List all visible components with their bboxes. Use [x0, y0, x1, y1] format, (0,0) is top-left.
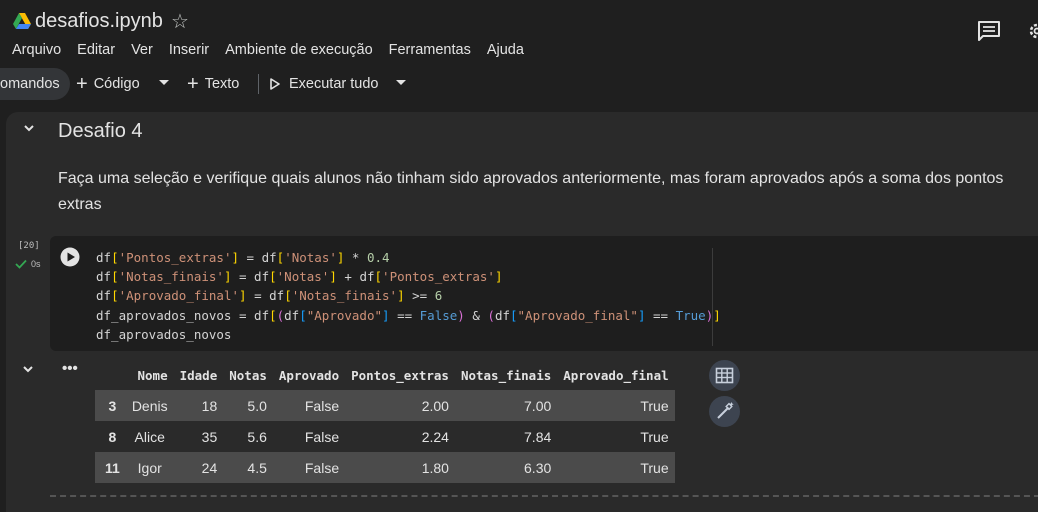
- menu-arquivo[interactable]: Arquivo: [0, 41, 69, 59]
- code-line: df['Notas_finais'] = df['Notas'] + df['P…: [96, 269, 502, 284]
- check-icon: [15, 259, 27, 269]
- cell-aprovado-final: True: [557, 452, 674, 483]
- cell-pontos-extras: 2.24: [345, 421, 455, 452]
- cell-notas: 5.0: [223, 390, 273, 421]
- chevron-down-icon[interactable]: [21, 362, 35, 376]
- table-row: 3 Denis 18 5.0 False 2.00 7.00 True: [95, 390, 675, 421]
- add-code-button[interactable]: + Código: [76, 68, 140, 100]
- notebook-title[interactable]: desafios.ipynb: [35, 10, 163, 33]
- cell-notas: 5.6: [223, 421, 273, 452]
- code-line: df['Aprovado_final'] = df['Notas_finais'…: [96, 288, 442, 303]
- column-header: Aprovado_final: [557, 361, 674, 390]
- menu-ajuda[interactable]: Ajuda: [479, 41, 532, 59]
- column-header: [95, 361, 126, 390]
- cell-idade: 35: [174, 421, 224, 452]
- menu-ambiente[interactable]: Ambiente de execução: [217, 41, 381, 59]
- chevron-down-icon[interactable]: [22, 121, 36, 135]
- dataframe-output: Nome Idade Notas Aprovado Pontos_extras …: [95, 361, 675, 483]
- run-cell-button[interactable]: [60, 247, 80, 267]
- table-header-row: Nome Idade Notas Aprovado Pontos_extras …: [95, 361, 675, 390]
- suggest-charts-button[interactable]: [709, 396, 740, 427]
- code-line: df_aprovados_novos = df[(df["Aprovado"] …: [96, 308, 721, 323]
- row-index: 3: [95, 390, 126, 421]
- cell-nome: Igor: [126, 452, 174, 483]
- plus-icon: +: [76, 68, 88, 100]
- table-icon: [709, 360, 740, 391]
- cell-notas: 4.5: [223, 452, 273, 483]
- add-code-label: Código: [94, 68, 140, 100]
- drive-logo-icon[interactable]: [12, 11, 32, 31]
- magic-wand-icon: [709, 396, 740, 427]
- cell-notas-finais: 7.00: [455, 390, 557, 421]
- markdown-heading: Desafio 4: [58, 120, 143, 143]
- commands-button[interactable]: omandos: [0, 68, 70, 100]
- code-line: df_aprovados_novos: [96, 327, 231, 342]
- menu-ver[interactable]: Ver: [123, 41, 161, 59]
- code-source[interactable]: df['Pontos_extras'] = df['Notas'] * 0.4 …: [96, 248, 721, 344]
- plus-icon: +: [187, 68, 199, 100]
- menu-bar: Arquivo Editar Ver Inserir Ambiente de e…: [0, 41, 532, 59]
- cell-idade: 24: [174, 452, 224, 483]
- row-index: 11: [95, 452, 126, 483]
- cell-aprovado-final: True: [557, 421, 674, 452]
- column-header: Pontos_extras: [345, 361, 455, 390]
- column-header: Aprovado: [273, 361, 345, 390]
- comment-icon[interactable]: [977, 20, 1001, 42]
- code-line: df['Pontos_extras'] = df['Notas'] * 0.4: [96, 250, 390, 265]
- cell-idade: 18: [174, 390, 224, 421]
- cell-pontos-extras: 2.00: [345, 390, 455, 421]
- app-header: desafios.ipynb ☆ Arquivo Editar Ver Inse…: [0, 0, 1038, 64]
- cell-nome: Denis: [126, 390, 174, 421]
- column-header: Notas_finais: [455, 361, 557, 390]
- run-all-label: Executar tudo: [289, 68, 378, 100]
- menu-editar[interactable]: Editar: [69, 41, 123, 59]
- table-row: 11 Igor 24 4.5 False 1.80 6.30 True: [95, 452, 675, 483]
- chevron-down-icon[interactable]: [396, 80, 406, 85]
- cell-notas-finais: 6.30: [455, 452, 557, 483]
- table-row: 8 Alice 35 5.6 False 2.24 7.84 True: [95, 421, 675, 452]
- cell-aprovado: False: [273, 390, 345, 421]
- run-all-button[interactable]: Executar tudo: [270, 68, 378, 100]
- column-header: Idade: [174, 361, 224, 390]
- add-text-label: Texto: [205, 68, 240, 100]
- cell-aprovado: False: [273, 421, 345, 452]
- column-header: Notas: [223, 361, 273, 390]
- gear-icon[interactable]: [1028, 22, 1038, 40]
- star-icon[interactable]: ☆: [171, 9, 189, 34]
- more-options-icon[interactable]: •••: [62, 360, 78, 377]
- menu-inserir[interactable]: Inserir: [161, 41, 217, 59]
- cell-divider: [50, 495, 1038, 497]
- markdown-paragraph: Faça uma seleção e verifique quais aluno…: [58, 166, 1028, 218]
- execution-time: 0s: [31, 259, 41, 269]
- row-index: 8: [95, 421, 126, 452]
- play-icon: [270, 78, 280, 90]
- execution-count: [20]: [18, 241, 40, 251]
- column-header: Nome: [126, 361, 174, 390]
- menu-ferramentas[interactable]: Ferramentas: [381, 41, 479, 59]
- toolbar: omandos + Código + Texto Executar tudo: [0, 64, 1038, 104]
- toolbar-divider: [258, 74, 259, 94]
- cell-aprovado-final: True: [557, 390, 674, 421]
- cell-nome: Alice: [126, 421, 174, 452]
- cell-notas-finais: 7.84: [455, 421, 557, 452]
- cell-aprovado: False: [273, 452, 345, 483]
- cell-pontos-extras: 1.80: [345, 452, 455, 483]
- convert-to-table-button[interactable]: [709, 360, 740, 391]
- add-text-button[interactable]: + Texto: [187, 68, 239, 100]
- chevron-down-icon[interactable]: [159, 80, 169, 85]
